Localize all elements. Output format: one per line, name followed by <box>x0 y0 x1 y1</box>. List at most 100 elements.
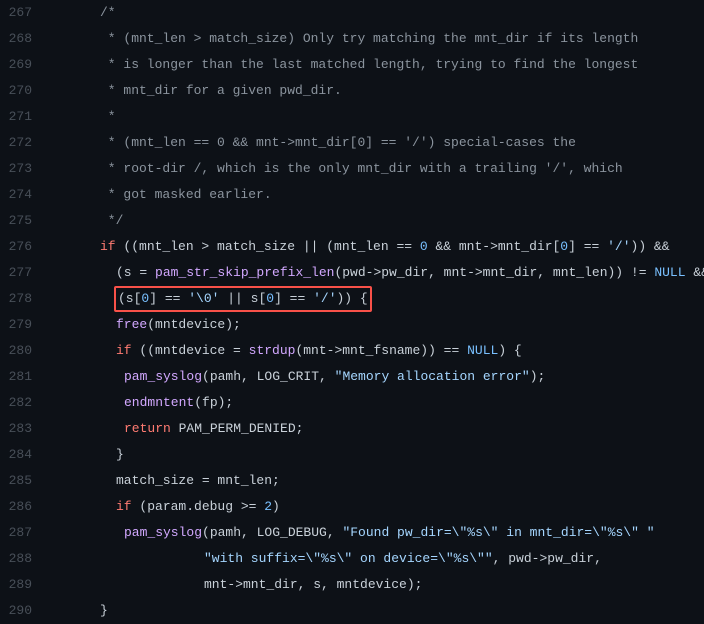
code-line: * root-dir /, which is the only mnt_dir … <box>52 156 704 182</box>
line-number: 288 <box>8 546 32 572</box>
code-token: match_size = mnt_len; <box>116 473 280 488</box>
code-token: if <box>100 239 116 254</box>
line-number: 279 <box>8 312 32 338</box>
code-token: if <box>116 343 132 358</box>
code-line: * <box>52 104 704 130</box>
code-line: * (mnt_len > match_size) Only try matchi… <box>52 26 704 52</box>
code-token: (fp); <box>194 395 233 410</box>
code-token: NULL <box>654 265 685 280</box>
code-token: "Found pw_dir=\"%s\" in mnt_dir=\"%s\" " <box>342 525 654 540</box>
code-token: ((mntdevice = <box>132 343 249 358</box>
code-token: ); <box>530 369 546 384</box>
code-lines[interactable]: /* * (mnt_len > match_size) Only try mat… <box>44 0 704 624</box>
code-line: pam_syslog(pamh, LOG_DEBUG, "Found pw_di… <box>52 520 704 546</box>
code-token: )) { <box>337 291 368 306</box>
code-line: * (mnt_len == 0 && mnt->mnt_dir[0] == '/… <box>52 130 704 156</box>
code-token: '/' <box>313 291 336 306</box>
code-token: } <box>100 603 108 618</box>
line-number: 290 <box>8 598 32 624</box>
line-number: 268 <box>8 26 32 52</box>
line-number: 285 <box>8 468 32 494</box>
code-token: 0 <box>420 239 428 254</box>
line-number: 272 <box>8 130 32 156</box>
line-number: 275 <box>8 208 32 234</box>
code-token: (mnt->mnt_fsname)) == <box>295 343 467 358</box>
code-block: 2672682692702712722732742752762772782792… <box>0 0 704 624</box>
code-line: pam_syslog(pamh, LOG_CRIT, "Memory alloc… <box>52 364 704 390</box>
code-token: PAM_PERM_DENIED; <box>171 421 304 436</box>
line-number: 267 <box>8 0 32 26</box>
code-token: NULL <box>467 343 498 358</box>
code-token: * mnt_dir for a given pwd_dir. <box>100 83 342 98</box>
code-token: pam_str_skip_prefix_len <box>155 265 334 280</box>
line-number: 270 <box>8 78 32 104</box>
code-token: * is longer than the last matched length… <box>100 57 638 72</box>
code-token: * root-dir /, which is the only mnt_dir … <box>100 161 623 176</box>
code-token: * (mnt_len == 0 && mnt->mnt_dir[0] == '/… <box>100 135 576 150</box>
line-number: 283 <box>8 416 32 442</box>
code-token: free <box>116 317 147 332</box>
code-line: if ((mnt_len > match_size || (mnt_len ==… <box>52 234 704 260</box>
code-line: (s[0] == '\0' || s[0] == '/')) { <box>52 286 704 312</box>
line-number: 282 <box>8 390 32 416</box>
code-token: )) && <box>631 239 670 254</box>
line-number: 281 <box>8 364 32 390</box>
code-line: return PAM_PERM_DENIED; <box>52 416 704 442</box>
code-line: * got masked earlier. <box>52 182 704 208</box>
code-token: ] == <box>568 239 607 254</box>
code-token: && mnt->mnt_dir[ <box>428 239 561 254</box>
line-number: 274 <box>8 182 32 208</box>
code-token: || s[ <box>219 291 266 306</box>
code-token: } <box>116 447 124 462</box>
code-line: /* <box>52 0 704 26</box>
code-token: if <box>116 499 132 514</box>
line-number: 286 <box>8 494 32 520</box>
code-token: ) { <box>498 343 521 358</box>
code-line: if ((mntdevice = strdup(mnt->mnt_fsname)… <box>52 338 704 364</box>
code-token: "with suffix=\"%s\" on device=\"%s\"" <box>204 551 493 566</box>
code-line: * mnt_dir for a given pwd_dir. <box>52 78 704 104</box>
code-token: 0 <box>560 239 568 254</box>
line-number: 271 <box>8 104 32 130</box>
code-line: if (param.debug >= 2) <box>52 494 704 520</box>
line-number: 277 <box>8 260 32 286</box>
code-token: ] == <box>274 291 313 306</box>
code-token: pam_syslog <box>124 369 202 384</box>
line-number: 269 <box>8 52 32 78</box>
code-token: (mntdevice); <box>147 317 241 332</box>
code-token: ((mnt_len > match_size || (mnt_len == <box>116 239 420 254</box>
highlight-box: (s[0] == '\0' || s[0] == '/')) { <box>114 286 372 312</box>
code-token: (param.debug >= <box>132 499 265 514</box>
line-number: 289 <box>8 572 32 598</box>
code-line: mnt->mnt_dir, s, mntdevice); <box>52 572 704 598</box>
code-token: , pwd->pw_dir, <box>493 551 602 566</box>
code-token: (pamh, LOG_DEBUG, <box>202 525 342 540</box>
code-line: endmntent(fp); <box>52 390 704 416</box>
code-line: "with suffix=\"%s\" on device=\"%s\"", p… <box>52 546 704 572</box>
code-token: && <box>686 265 704 280</box>
code-token: ] == <box>149 291 188 306</box>
line-number: 287 <box>8 520 32 546</box>
line-number: 284 <box>8 442 32 468</box>
code-token: '\0' <box>188 291 219 306</box>
code-token: */ <box>100 213 123 228</box>
code-token: (s = <box>116 265 155 280</box>
code-line: (s = pam_str_skip_prefix_len(pwd->pw_dir… <box>52 260 704 286</box>
line-number: 278 <box>8 286 32 312</box>
code-line: * is longer than the last matched length… <box>52 52 704 78</box>
code-line: free(mntdevice); <box>52 312 704 338</box>
code-token: ) <box>272 499 280 514</box>
code-token: pam_syslog <box>124 525 202 540</box>
code-token: (s[ <box>118 291 141 306</box>
code-token: 2 <box>264 499 272 514</box>
code-token: mnt->mnt_dir, s, mntdevice); <box>204 577 422 592</box>
code-token: /* <box>100 5 116 20</box>
code-token: '/' <box>607 239 630 254</box>
code-line: */ <box>52 208 704 234</box>
code-token: "Memory allocation error" <box>335 369 530 384</box>
code-line: } <box>52 442 704 468</box>
code-token: (pamh, LOG_CRIT, <box>202 369 335 384</box>
code-token: * got masked earlier. <box>100 187 272 202</box>
code-token: 0 <box>266 291 274 306</box>
code-token: * (mnt_len > match_size) Only try matchi… <box>100 31 638 46</box>
